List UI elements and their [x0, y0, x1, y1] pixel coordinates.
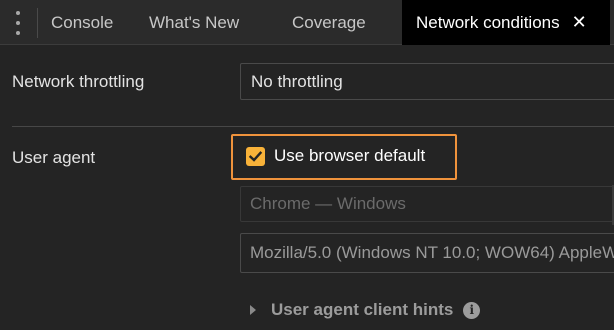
use-browser-default-control[interactable]: Use browser default — [231, 134, 457, 180]
tab-coverage[interactable]: Coverage — [292, 0, 366, 45]
user-agent-preset-select: Chrome — Windows — [240, 186, 614, 222]
tab-console[interactable]: Console — [51, 0, 113, 45]
tab-network-conditions[interactable]: Network conditions ✕ — [402, 0, 610, 45]
tab-bar-divider — [37, 8, 38, 38]
network-throttling-select[interactable]: No throttling — [240, 63, 614, 100]
custom-user-agent-input[interactable]: Mozilla/5.0 (Windows NT 10.0; WOW64) App… — [240, 233, 614, 273]
more-vert-icon[interactable] — [12, 10, 24, 36]
triangle-right-icon — [250, 305, 256, 315]
section-divider — [12, 126, 614, 127]
tab-bar: Console What's New Coverage Network cond… — [0, 0, 614, 45]
tab-whats-new[interactable]: What's New — [149, 0, 239, 45]
user-agent-client-hints-toggle[interactable]: User agent client hints i — [250, 297, 481, 323]
info-icon[interactable]: i — [463, 301, 481, 319]
use-browser-default-label: Use browser default — [274, 146, 426, 165]
use-browser-default-checkbox[interactable] — [246, 147, 265, 166]
network-throttling-label: Network throttling — [12, 72, 145, 91]
user-agent-label: User agent — [12, 148, 96, 167]
network-conditions-panel: Console What's New Coverage Network cond… — [0, 0, 614, 330]
tab-network-conditions-label: Network conditions — [416, 13, 560, 32]
checkmark-icon — [248, 151, 263, 162]
client-hints-label: User agent client hints — [271, 300, 454, 319]
close-icon[interactable]: ✕ — [572, 0, 587, 45]
